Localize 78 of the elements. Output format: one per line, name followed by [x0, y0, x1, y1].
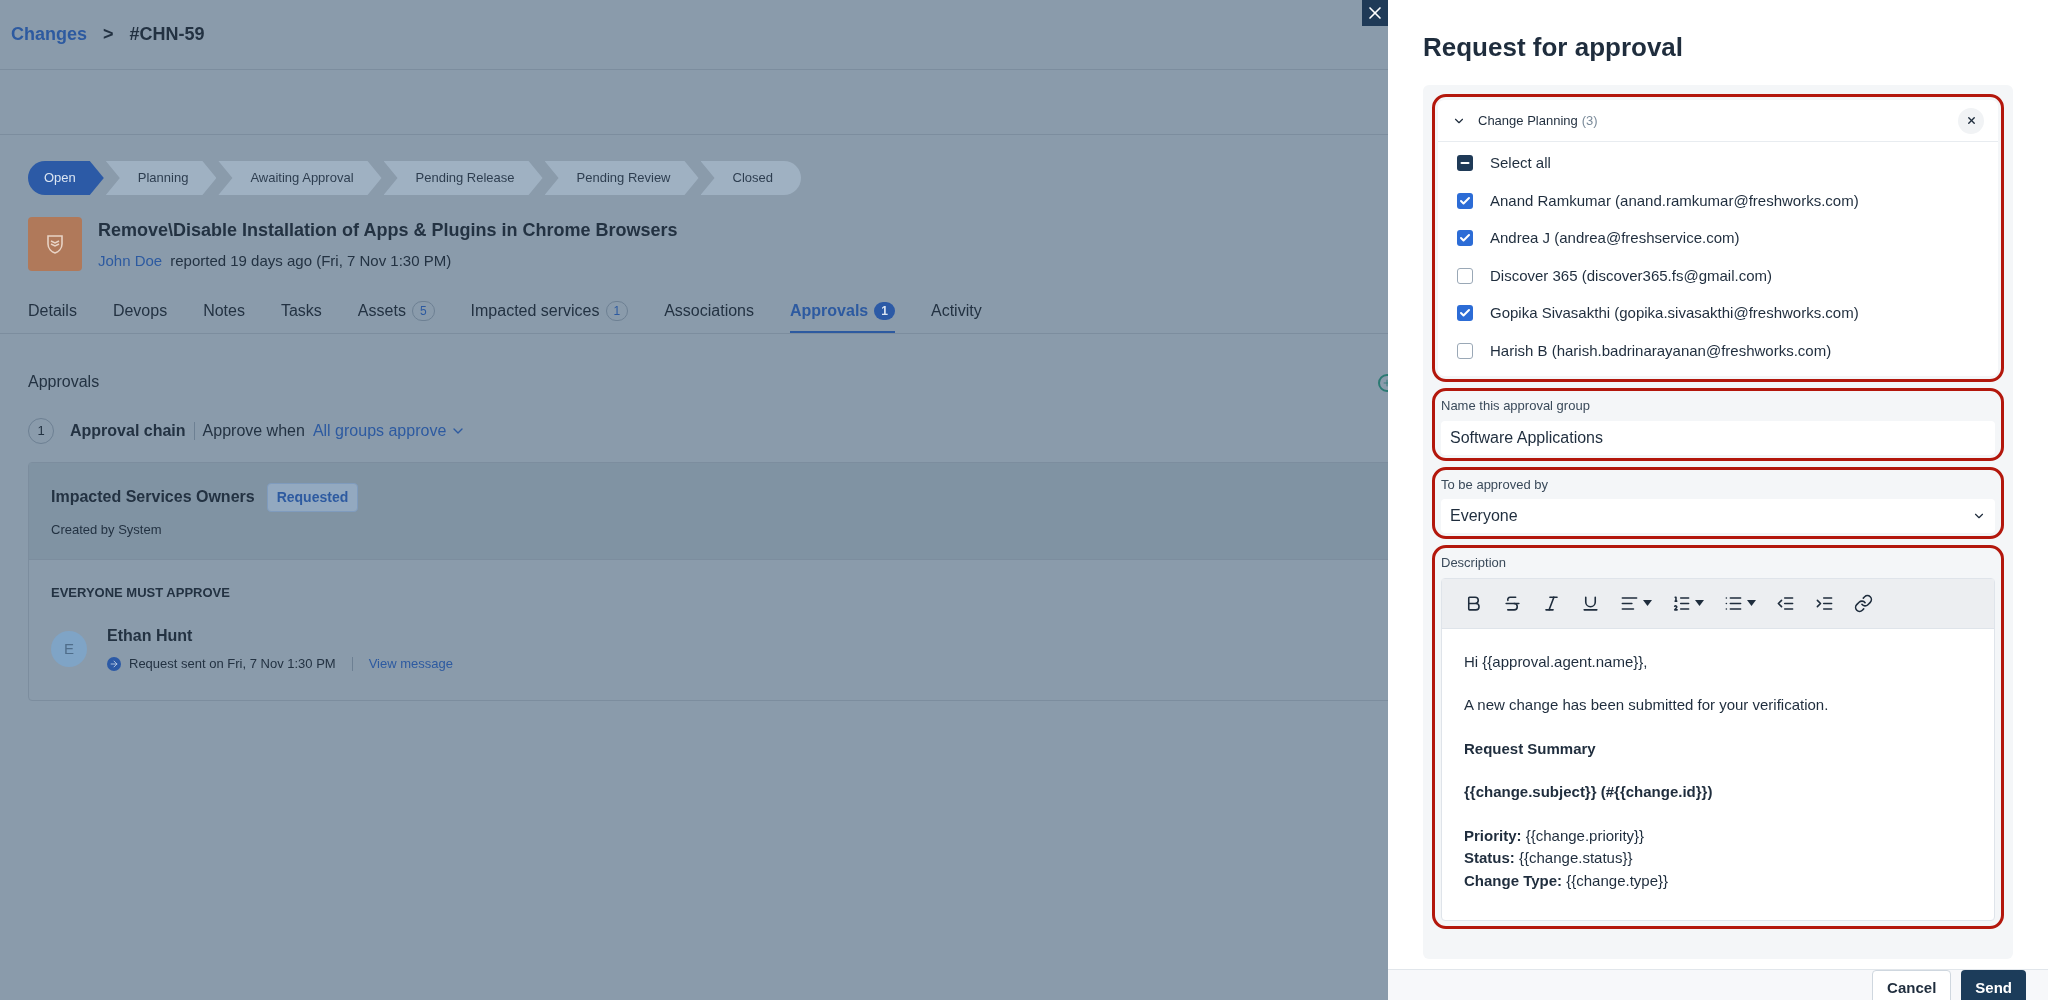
tab[interactable]: Approvals 1	[790, 294, 895, 333]
numbered-list-icon[interactable]	[1672, 593, 1691, 613]
tab[interactable]: Assets 5	[357, 294, 435, 333]
check-icon	[1459, 307, 1471, 320]
tab[interactable]: Tasks	[280, 294, 322, 333]
check-icon	[1459, 194, 1471, 207]
strikethrough-icon[interactable]	[1503, 593, 1522, 613]
reported-text: reported 19 days ago (Fri, 7 Nov 1:30 PM)	[170, 251, 452, 271]
checkbox[interactable]	[1457, 342, 1473, 359]
link-icon[interactable]	[1854, 593, 1873, 613]
policy-label: EVERYONE MUST APPROVE	[51, 585, 230, 600]
tab[interactable]: Details	[28, 294, 77, 333]
tab[interactable]: Associations	[664, 294, 754, 333]
checkbox[interactable]	[1457, 230, 1473, 247]
breadcrumb-current: #CHN-59	[129, 23, 205, 46]
checkbox-label: Discover 365 (discover365.fs@gmail.com)	[1490, 265, 1772, 286]
tab[interactable]: Devops	[112, 294, 168, 333]
panel-title: Request for approval	[1423, 31, 1685, 64]
sent-text: Request sent on Fri, 7 Nov 1:30 PM	[129, 655, 336, 673]
group-count: (3)	[1581, 111, 1598, 130]
field-label: To be approved by	[1441, 475, 1549, 494]
field-label: Description	[1441, 554, 1508, 572]
checkbox[interactable]	[1457, 155, 1473, 172]
field-label: Name this approval group	[1441, 397, 1591, 415]
chain-label: Approval chain	[70, 420, 186, 441]
description-text: Priority: {{change.priority}}	[1464, 825, 1646, 846]
caret-icon	[1747, 600, 1756, 606]
send-button[interactable]: Send	[1961, 970, 2026, 1000]
select-field[interactable]: Everyone	[1441, 499, 1995, 533]
breadcrumb-separator: >	[102, 23, 115, 46]
group-name: Impacted Services Owners	[51, 487, 255, 507]
change-icon	[28, 217, 82, 271]
input-field[interactable]: Software Applications	[1441, 420, 1995, 455]
view-message-link[interactable]: View message	[368, 654, 453, 674]
italic-icon[interactable]	[1542, 593, 1561, 613]
cancel-button[interactable]: Cancel	[1872, 970, 1952, 1000]
checkbox[interactable]	[1457, 267, 1473, 284]
checkbox-label: Harish B (harish.badrinarayanan@freshworks.com)	[1490, 340, 1832, 361]
rule-dropdown[interactable]: All groups approve	[312, 418, 467, 443]
requester-link[interactable]: John Doe	[98, 250, 163, 273]
checkbox-label: Select all	[1490, 153, 1551, 173]
change-title: Remove\Disable Installation of Apps & Plugins in Chrome Browsers	[98, 219, 678, 242]
caret-icon	[1695, 600, 1704, 606]
count-badge: 1	[874, 301, 895, 320]
tab[interactable]: Activity	[930, 294, 982, 333]
description-text: A new change has been submitted for your verification.	[1464, 695, 1830, 715]
breadcrumb-link[interactable]: Changes	[11, 21, 88, 48]
description-text: Change Type: {{change.type}}	[1464, 870, 1669, 891]
stage-step[interactable]: Planning	[105, 161, 217, 195]
stage-step[interactable]: Pending Review	[544, 161, 699, 195]
group-header: Change Planning	[1478, 111, 1578, 130]
created-by-text: Created by System	[51, 520, 163, 539]
checkbox-label: Anand Ramkumar (anand.ramkumar@freshworks.com)	[1490, 190, 1859, 211]
checkbox-label: Gopika Sivasakthi (gopika.sivasakthi@freshworks.com)	[1490, 303, 1859, 323]
stage-step[interactable]: Closed	[700, 161, 801, 195]
checkbox-label: Andrea J (andrea@freshservice.com)	[1490, 228, 1740, 248]
sent-icon	[107, 656, 121, 671]
checkbox[interactable]	[1457, 305, 1473, 322]
description-text: {{change.subject}} (#{{change.id}})	[1464, 782, 1714, 802]
stage-step[interactable]: Open	[28, 161, 104, 195]
tab[interactable]: Notes	[203, 294, 245, 333]
avatar: E	[51, 630, 87, 667]
checkbox[interactable]	[1457, 192, 1473, 209]
caret-icon	[1643, 600, 1652, 606]
close-button[interactable]	[1362, 0, 1388, 26]
stage-step[interactable]: Awaiting Approval	[218, 161, 382, 195]
section-heading: Approvals	[28, 371, 100, 392]
approver-name: Ethan Hunt	[107, 626, 194, 646]
close-icon[interactable]	[1958, 107, 1984, 134]
status-badge: Requested	[266, 482, 359, 512]
underline-icon[interactable]	[1581, 593, 1600, 613]
approve-when-label: Approve when	[202, 420, 305, 441]
description-text: Status: {{change.status}}	[1464, 848, 1634, 868]
check-icon	[1459, 232, 1471, 245]
stage-step[interactable]: Pending Release	[383, 161, 543, 195]
tab[interactable]: Impacted services 1	[470, 294, 629, 333]
description-text: Hi {{approval.agent.name}},	[1464, 651, 1649, 672]
description-text: Request Summary	[1464, 738, 1597, 759]
